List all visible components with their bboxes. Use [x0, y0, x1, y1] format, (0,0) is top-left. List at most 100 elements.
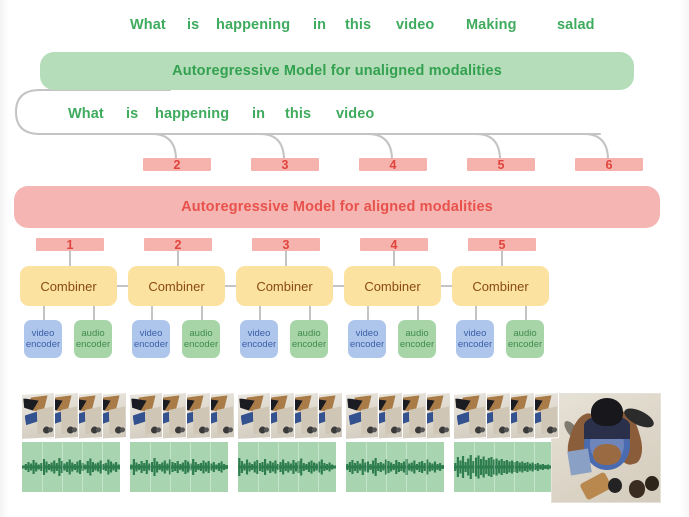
- lower-token-chip[interactable]: 5: [468, 237, 536, 252]
- video-frame-strip: [454, 393, 558, 442]
- autoregressive-model-unaligned-banner[interactable]: Autoregressive Model for unaligned modal…: [40, 52, 634, 90]
- combiner-encoder-link: [201, 306, 203, 320]
- chip-label: 4: [390, 237, 398, 252]
- audio-encoder-line2: encoder: [183, 339, 219, 350]
- video-encoder-line1: video: [355, 328, 379, 339]
- video-encoder-line1: video: [139, 328, 163, 339]
- upper-token-chip[interactable]: 6: [575, 157, 643, 172]
- chip-combiner-link: [501, 251, 503, 266]
- combiner-box[interactable]: Combiner: [452, 266, 549, 306]
- video-frame-strip: [238, 393, 342, 442]
- input-word: happening: [155, 106, 230, 122]
- chip-label: 1: [66, 237, 74, 252]
- output-word: is: [187, 17, 200, 33]
- audio-waveform: [238, 442, 336, 492]
- combiner-box[interactable]: Combiner: [344, 266, 441, 306]
- video-encoder-line2: encoder: [133, 339, 169, 350]
- combiner-encoder-link: [367, 306, 369, 320]
- audio-waveform: [130, 442, 228, 492]
- audio-waveform: [454, 442, 552, 492]
- output-token-row: What is happening in this video Making s…: [0, 18, 689, 38]
- diagram-canvas: What is happening in this video Making s…: [0, 0, 689, 517]
- chip-label: 6: [605, 157, 613, 172]
- combiner-label: Combiner: [148, 278, 205, 294]
- video-frame: [22, 393, 54, 439]
- unaligned-banner-label: Autoregressive Model for unaligned modal…: [172, 63, 502, 79]
- audio-encoder-box[interactable]: audio encoder: [398, 320, 436, 358]
- upper-token-chip[interactable]: 2: [143, 158, 211, 172]
- upper-token-chip[interactable]: 3: [251, 158, 319, 172]
- input-word: What: [68, 106, 104, 122]
- combiner-box[interactable]: Combiner: [20, 266, 117, 306]
- input-word: is: [126, 106, 139, 122]
- lower-token-chip[interactable]: 3: [252, 237, 320, 252]
- combiner-encoder-link: [309, 306, 311, 320]
- video-encoder-line1: video: [463, 328, 487, 339]
- combiner-encoder-link: [93, 306, 95, 320]
- audio-encoder-line1: audio: [405, 328, 429, 339]
- chip-label: 3: [282, 237, 290, 252]
- lower-token-chip[interactable]: 2: [144, 237, 212, 252]
- video-encoder-box[interactable]: video encoder: [240, 320, 278, 358]
- audio-encoder-line1: audio: [81, 328, 105, 339]
- chip-label: 2: [174, 237, 182, 252]
- output-word: Making: [466, 17, 517, 33]
- chip-combiner-link: [285, 251, 287, 266]
- video-encoder-line2: encoder: [349, 339, 385, 350]
- lower-token-chip[interactable]: 1: [36, 237, 104, 252]
- video-frame-strip: [346, 393, 450, 442]
- video-frame: [238, 393, 270, 439]
- combiner-chain-link: [333, 285, 344, 287]
- media-segment: [130, 393, 234, 492]
- audio-encoder-box[interactable]: audio encoder: [290, 320, 328, 358]
- combiner-label: Combiner: [364, 278, 421, 294]
- combiner-encoder-link: [43, 306, 45, 320]
- output-word: in: [313, 17, 327, 33]
- audio-encoder-line1: audio: [189, 328, 213, 339]
- video-encoder-box[interactable]: video encoder: [24, 320, 62, 358]
- output-word: salad: [557, 17, 595, 33]
- audio-encoder-box[interactable]: audio encoder: [182, 320, 220, 358]
- upper-token-chip[interactable]: 4: [359, 158, 427, 172]
- video-encoder-line1: video: [31, 328, 55, 339]
- video-frame: [130, 393, 162, 439]
- video-frame: [454, 393, 486, 439]
- combiner-label: Combiner: [472, 278, 529, 294]
- audio-waveform: [22, 442, 120, 492]
- aligned-banner-label: Autoregressive Model for aligned modalit…: [181, 199, 493, 215]
- combiner-encoder-link: [417, 306, 419, 320]
- chip-label: 5: [498, 237, 506, 252]
- audio-encoder-line1: audio: [297, 328, 321, 339]
- media-segment: [238, 393, 342, 492]
- video-encoder-box[interactable]: video encoder: [348, 320, 386, 358]
- combiner-chain-link: [441, 285, 452, 287]
- autoregressive-model-aligned-banner[interactable]: Autoregressive Model for aligned modalit…: [14, 186, 660, 228]
- combiner-chain-link: [117, 285, 128, 287]
- combiner-label: Combiner: [40, 278, 97, 294]
- audio-encoder-box[interactable]: audio encoder: [74, 320, 112, 358]
- chip-combiner-link: [69, 251, 71, 266]
- audio-encoder-box[interactable]: audio encoder: [506, 320, 544, 358]
- combiner-encoder-link: [475, 306, 477, 320]
- audio-encoder-line2: encoder: [291, 339, 327, 350]
- output-word: video: [396, 17, 435, 33]
- video-encoder-box[interactable]: video encoder: [132, 320, 170, 358]
- chip-label: 5: [497, 157, 505, 172]
- combiner-chain-link: [225, 285, 236, 287]
- chip-combiner-link: [393, 251, 395, 266]
- input-word: video: [336, 106, 375, 122]
- input-word: in: [252, 106, 266, 122]
- input-token-row: What is happening in this video: [0, 107, 689, 127]
- salad-making-photo: [552, 394, 660, 502]
- video-frame: [346, 393, 378, 439]
- combiner-label: Combiner: [256, 278, 313, 294]
- combiner-box[interactable]: Combiner: [128, 266, 225, 306]
- audio-encoder-line1: audio: [513, 328, 537, 339]
- video-encoder-box[interactable]: video encoder: [456, 320, 494, 358]
- output-word: happening: [216, 17, 291, 33]
- combiner-box[interactable]: Combiner: [236, 266, 333, 306]
- chip-combiner-link: [177, 251, 179, 266]
- output-word: this: [345, 17, 372, 33]
- upper-token-chip[interactable]: 5: [467, 157, 535, 172]
- lower-token-chip[interactable]: 4: [360, 237, 428, 252]
